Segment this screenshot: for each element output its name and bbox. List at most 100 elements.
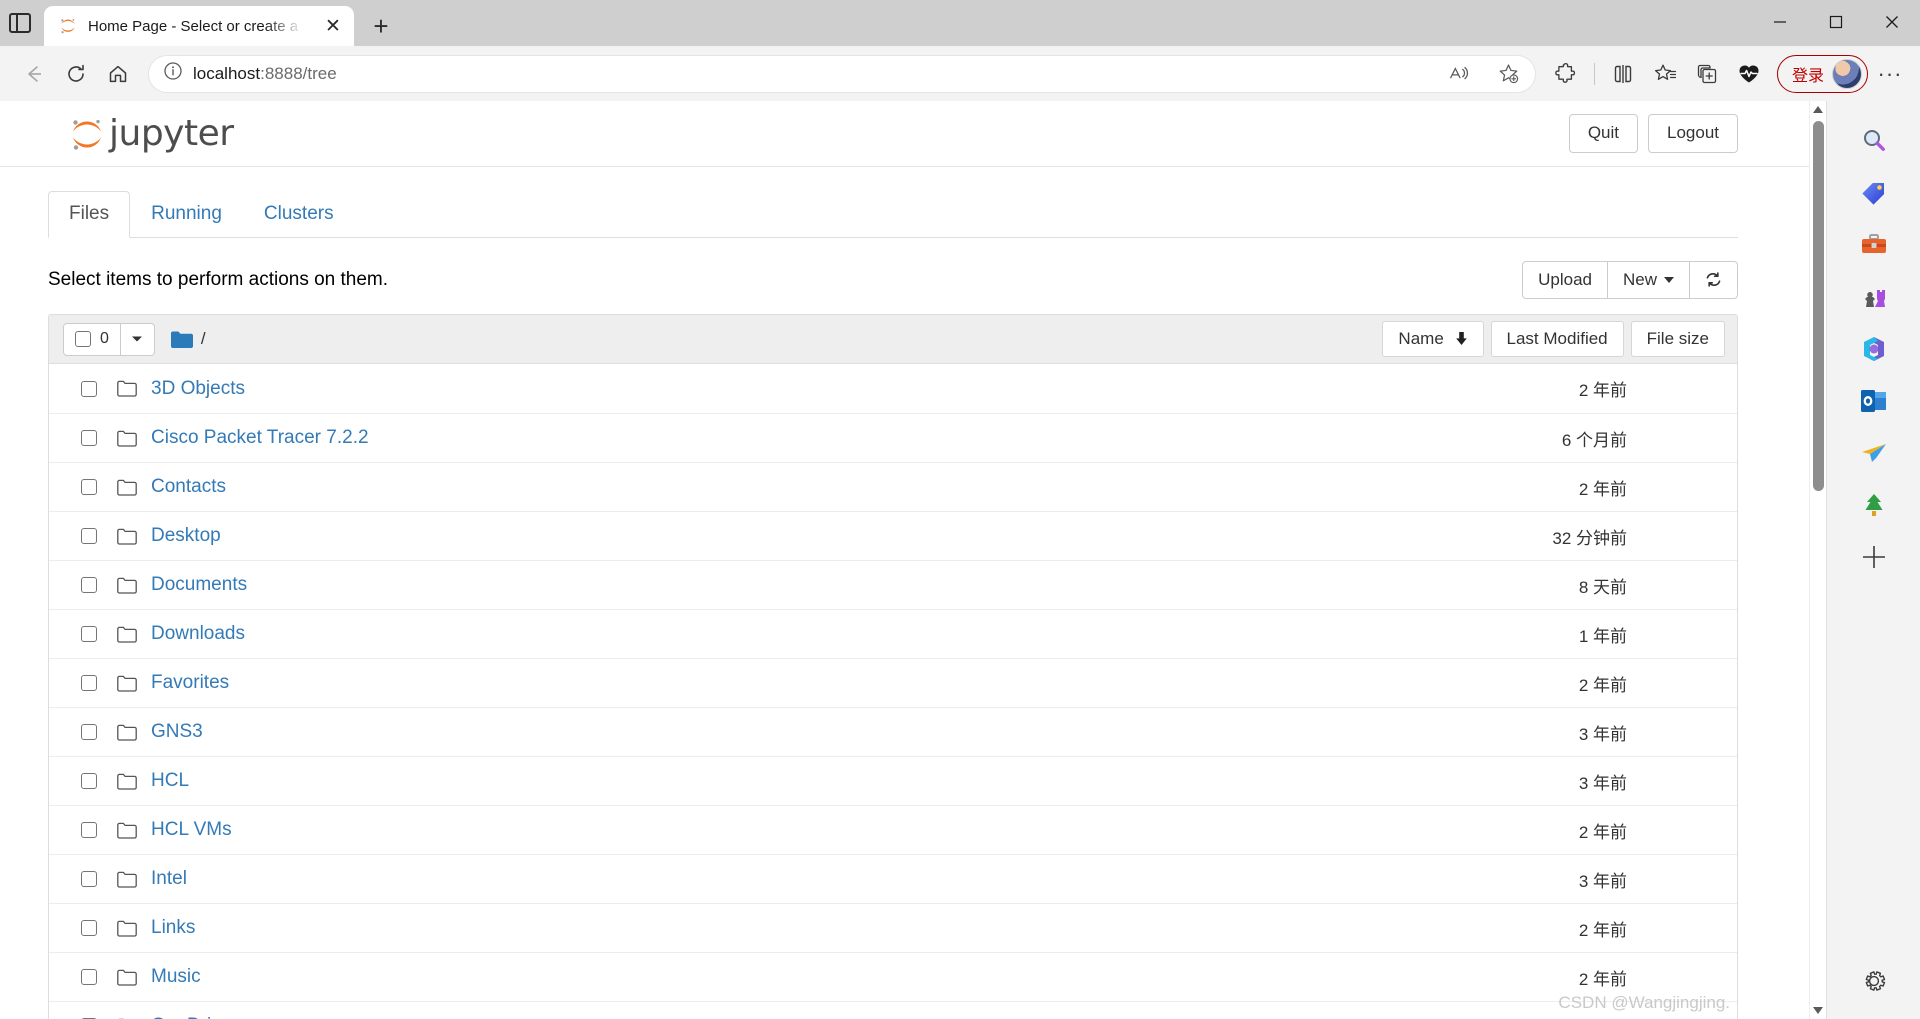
add-favorite-icon[interactable]: [1489, 54, 1529, 94]
paper-plane-icon[interactable]: [1852, 431, 1896, 475]
table-row[interactable]: OneDrive 2 年前: [49, 1001, 1737, 1019]
page-scrollbar[interactable]: [1809, 101, 1826, 1019]
minimize-icon[interactable]: [1752, 0, 1808, 44]
jupyter-tabs: Files Running Clusters: [48, 191, 1738, 238]
file-name-link[interactable]: HCL: [151, 770, 189, 792]
table-row[interactable]: GNS3 3 年前: [49, 707, 1737, 756]
row-checkbox[interactable]: [81, 479, 97, 495]
row-checkbox[interactable]: [81, 430, 97, 446]
quit-button[interactable]: Quit: [1568, 114, 1638, 153]
reload-icon[interactable]: [56, 54, 96, 94]
scrollbar-thumb[interactable]: [1813, 121, 1824, 491]
file-name-link[interactable]: Favorites: [151, 672, 229, 694]
jupyter-actions-row: Select items to perform actions on them.…: [48, 260, 1738, 300]
avatar[interactable]: [1832, 58, 1862, 89]
selection-dropdown-button[interactable]: [120, 322, 155, 356]
refresh-button[interactable]: [1689, 260, 1738, 300]
tag-icon[interactable]: [1852, 171, 1896, 215]
select-all-checkbox[interactable]: [75, 331, 91, 347]
sort-down-arrow-icon: [1455, 329, 1468, 348]
file-name-link[interactable]: Cisco Packet Tracer 7.2.2: [151, 427, 369, 449]
browser-essentials-icon[interactable]: [1729, 54, 1769, 94]
home-icon[interactable]: [98, 54, 138, 94]
tab-actions-button[interactable]: [0, 0, 40, 46]
file-modified: 1 年前: [1578, 626, 1627, 646]
split-screen-icon[interactable]: [1603, 54, 1643, 94]
table-row[interactable]: Links 2 年前: [49, 903, 1737, 952]
tab-running[interactable]: Running: [130, 191, 243, 238]
file-name-link[interactable]: Intel: [151, 868, 187, 890]
sort-by-name-button[interactable]: Name: [1382, 321, 1484, 357]
file-name-link[interactable]: OneDrive: [151, 1015, 231, 1019]
maximize-icon[interactable]: [1808, 0, 1864, 44]
scroll-down-arrow-icon[interactable]: [1810, 1002, 1826, 1019]
table-row[interactable]: 3D Objects 2 年前: [49, 364, 1737, 413]
file-name-link[interactable]: Music: [151, 966, 201, 988]
close-window-icon[interactable]: [1864, 0, 1920, 44]
row-checkbox[interactable]: [81, 871, 97, 887]
file-name-link[interactable]: Downloads: [151, 623, 245, 645]
more-options-icon[interactable]: ···: [1870, 54, 1910, 94]
collections-icon[interactable]: [1687, 54, 1727, 94]
upload-button[interactable]: Upload: [1522, 260, 1608, 300]
row-checkbox[interactable]: [81, 380, 97, 397]
tab-clusters[interactable]: Clusters: [243, 191, 355, 238]
new-dropdown-button[interactable]: New: [1606, 260, 1690, 300]
table-row[interactable]: Desktop 32 分钟前: [49, 511, 1737, 560]
row-checkbox[interactable]: [81, 724, 97, 740]
signin-button[interactable]: 登录: [1776, 54, 1868, 93]
table-row[interactable]: Documents 8 天前: [49, 560, 1737, 609]
jupyter-header: jupyter Quit Logout: [0, 101, 1826, 167]
read-aloud-icon[interactable]: [1439, 54, 1479, 94]
favorites-icon[interactable]: [1645, 54, 1685, 94]
file-name-link[interactable]: Documents: [151, 574, 247, 596]
browser-tab[interactable]: Home Page - Select or create a n ✕: [44, 6, 354, 46]
row-checkbox[interactable]: [81, 528, 97, 544]
sort-by-modified-button[interactable]: Last Modified: [1490, 321, 1624, 357]
file-name-link[interactable]: Links: [151, 917, 195, 939]
toolbox-icon[interactable]: [1852, 223, 1896, 267]
folder-icon: [117, 675, 137, 692]
row-checkbox[interactable]: [81, 577, 97, 593]
breadcrumb[interactable]: /: [170, 329, 206, 349]
info-circle-icon[interactable]: [163, 61, 183, 86]
table-row[interactable]: Cisco Packet Tracer 7.2.2 6 个月前: [49, 413, 1737, 462]
row-checkbox[interactable]: [81, 822, 97, 838]
new-tab-button[interactable]: +: [364, 9, 398, 43]
address-bar[interactable]: localhost:8888/tree: [148, 54, 1536, 94]
file-name-link[interactable]: Contacts: [151, 476, 226, 498]
add-icon[interactable]: [1852, 535, 1896, 579]
settings-gear-icon[interactable]: [1852, 959, 1896, 1003]
back-arrow-icon[interactable]: [14, 54, 54, 94]
select-all-button[interactable]: 0: [63, 322, 121, 356]
row-checkbox[interactable]: [81, 773, 97, 789]
sort-by-size-button[interactable]: File size: [1630, 321, 1725, 357]
chess-icon[interactable]: [1852, 275, 1896, 319]
file-name-link[interactable]: HCL VMs: [151, 819, 232, 841]
row-checkbox[interactable]: [81, 969, 97, 985]
table-row[interactable]: Downloads 1 年前: [49, 609, 1737, 658]
jupyter-logo[interactable]: jupyter: [68, 113, 234, 154]
file-name-link[interactable]: GNS3: [151, 721, 203, 743]
logout-button[interactable]: Logout: [1648, 114, 1738, 153]
table-row[interactable]: Favorites 2 年前: [49, 658, 1737, 707]
search-icon[interactable]: [1852, 119, 1896, 163]
extensions-icon[interactable]: [1546, 54, 1586, 94]
tree-icon[interactable]: [1852, 483, 1896, 527]
table-row[interactable]: Intel 3 年前: [49, 854, 1737, 903]
row-checkbox[interactable]: [81, 675, 97, 691]
table-row[interactable]: Music 2 年前: [49, 952, 1737, 1001]
row-checkbox[interactable]: [81, 920, 97, 936]
outlook-icon[interactable]: [1852, 379, 1896, 423]
browser-tab-title: Home Page - Select or create a n: [88, 17, 310, 35]
scroll-up-arrow-icon[interactable]: [1810, 101, 1826, 118]
row-checkbox[interactable]: [81, 626, 97, 642]
file-name-link[interactable]: Desktop: [151, 525, 221, 547]
table-row[interactable]: Contacts 2 年前: [49, 462, 1737, 511]
office-icon[interactable]: [1852, 327, 1896, 371]
table-row[interactable]: HCL 3 年前: [49, 756, 1737, 805]
tab-files[interactable]: Files: [48, 191, 131, 238]
table-row[interactable]: HCL VMs 2 年前: [49, 805, 1737, 854]
file-name-link[interactable]: 3D Objects: [151, 378, 245, 400]
close-icon[interactable]: ✕: [320, 13, 346, 39]
